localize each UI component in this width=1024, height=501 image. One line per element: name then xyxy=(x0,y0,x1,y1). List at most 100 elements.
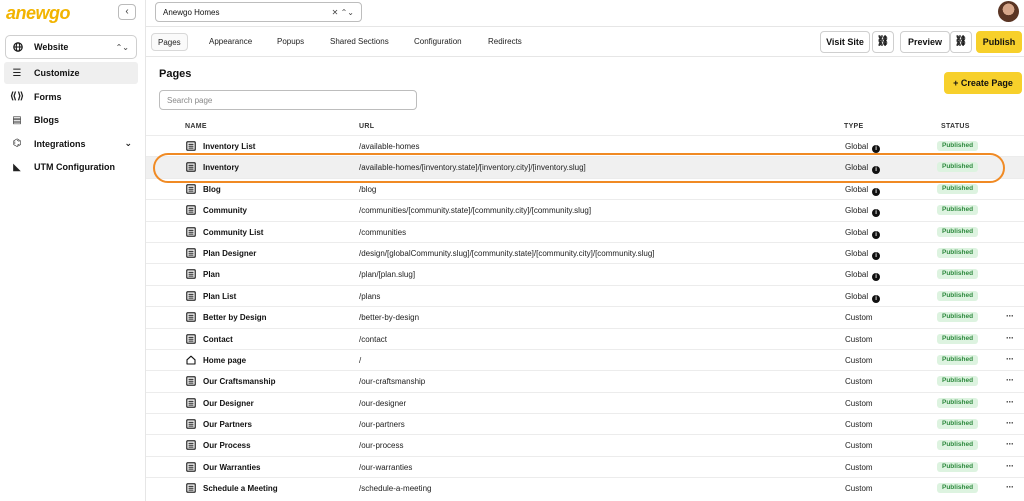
create-page-button[interactable]: + Create Page xyxy=(944,72,1022,94)
brand-logo[interactable]: anewgo xyxy=(6,3,71,24)
more-actions-icon[interactable]: ··· xyxy=(1006,333,1014,343)
table-row[interactable]: Plan/plan/[plan.slug] Global i Published xyxy=(146,263,1024,284)
chevron-down-icon[interactable]: ⌄ xyxy=(124,138,132,149)
page-type: Custom xyxy=(845,420,873,429)
sidebar-item-integrations[interactable]: ⌬ Integrations ⌄ xyxy=(4,133,138,155)
user-avatar[interactable] xyxy=(998,1,1019,22)
table-row[interactable]: Our Partners/our-partners Custom Published… xyxy=(146,413,1024,434)
more-actions-icon[interactable]: ··· xyxy=(1006,375,1014,385)
page-name[interactable]: Our Process xyxy=(203,441,251,450)
tab-configuration[interactable]: Configuration xyxy=(408,33,468,51)
table-row[interactable]: Community List/communities Global i Publish… xyxy=(146,220,1024,242)
page-icon xyxy=(186,419,196,429)
table-row[interactable]: Inventory/available-homes/[inventory.sta… xyxy=(146,156,1024,178)
table-row[interactable]: Contact/contact Custom Published ··· xyxy=(146,327,1024,349)
page-name[interactable]: Better by Design xyxy=(203,313,267,322)
page-name[interactable]: Plan Designer xyxy=(203,249,256,258)
more-actions-icon[interactable]: ··· xyxy=(1006,461,1014,471)
table-row[interactable]: Our Craftsmanship/our-craftsmanship Custo… xyxy=(146,370,1024,391)
table-row[interactable]: Plan Designer/design/[globalCommunity.sl… xyxy=(146,241,1024,263)
tab-popups[interactable]: Popups xyxy=(271,33,310,51)
tab-redirects[interactable]: Redirects xyxy=(482,33,528,51)
visit-site-button[interactable]: Visit Site xyxy=(820,31,870,53)
info-icon[interactable]: i xyxy=(872,187,881,196)
page-name[interactable]: Schedule a Meeting xyxy=(203,484,278,493)
table-row[interactable]: Community/communities/[community.state]/… xyxy=(146,199,1024,220)
status-badge: Published xyxy=(937,354,979,365)
page-name[interactable]: Plan xyxy=(203,270,220,279)
info-icon[interactable]: i xyxy=(872,294,881,303)
column-name: NAME xyxy=(185,123,207,130)
more-actions-icon[interactable]: ··· xyxy=(1006,482,1014,492)
page-name[interactable]: Our Craftsmanship xyxy=(203,377,275,386)
info-icon[interactable]: i xyxy=(872,166,881,175)
table-row[interactable]: Better by Design/better-by-design Custom P… xyxy=(146,306,1024,327)
table-row[interactable]: Our Warranties/our-warranties Custom Publi… xyxy=(146,455,1024,477)
page-name[interactable]: Our Designer xyxy=(203,399,254,408)
sidebar-item-forms[interactable]: ⟪⟫ Forms xyxy=(4,86,138,108)
collapse-sidebar-button[interactable]: ‹ xyxy=(118,4,136,20)
table-row[interactable]: Our Designer/our-designer Custom Published… xyxy=(146,391,1024,413)
table-row[interactable]: Inventory List/available-homes Global i Pub… xyxy=(146,135,1024,156)
page-type-label: Global xyxy=(845,227,869,237)
status-badge: Published xyxy=(937,141,979,151)
table-row[interactable]: Plan List/plans Global i Published xyxy=(146,284,1024,306)
info-icon[interactable]: i xyxy=(872,230,881,239)
tag-icon: ◣ xyxy=(13,161,21,173)
page-icon xyxy=(186,333,196,344)
page-name[interactable]: Community List xyxy=(203,228,263,237)
info-icon[interactable]: i xyxy=(872,273,881,282)
more-actions-icon[interactable]: ··· xyxy=(1006,439,1014,449)
page-url: /design/[globalCommunity.slug]/[communit… xyxy=(359,248,655,258)
preview-link-icon[interactable]: ⛓ xyxy=(950,31,972,53)
more-actions-icon[interactable]: ··· xyxy=(1006,418,1014,428)
page-url: /available-homes/[inventory.state]/[inve… xyxy=(359,163,586,173)
page-name[interactable]: Plan List xyxy=(203,292,236,301)
sidebar-item-blogs[interactable]: ▤ Blogs xyxy=(4,109,138,131)
tab-shared-sections[interactable]: Shared Sections xyxy=(324,33,395,51)
sidebar-item-customize[interactable]: ☰ Customize xyxy=(4,62,138,84)
status-badge: Published xyxy=(937,183,979,194)
site-select[interactable]: Website ⌃⌄ xyxy=(5,35,137,59)
page-type-label: Global xyxy=(845,184,869,194)
page-icon xyxy=(186,462,196,472)
info-icon[interactable]: i xyxy=(872,251,881,260)
more-actions-icon[interactable]: ··· xyxy=(1006,354,1014,364)
page-name[interactable]: Our Partners xyxy=(203,420,252,429)
more-actions-icon[interactable]: ··· xyxy=(1006,311,1014,321)
page-name[interactable]: Home page xyxy=(203,356,246,365)
page-name[interactable]: Inventory List xyxy=(203,142,255,151)
info-icon[interactable]: i xyxy=(872,145,881,153)
publish-button[interactable]: Publish xyxy=(976,31,1022,53)
info-icon[interactable]: i xyxy=(872,209,881,218)
table-row[interactable]: Schedule a Meeting/schedule-a-meeting Cus… xyxy=(146,477,1024,498)
table-row[interactable]: Blog/blog Global i Published xyxy=(146,177,1024,199)
page-type-label: Custom xyxy=(845,334,873,344)
page-name[interactable]: Community xyxy=(203,206,247,215)
search-input[interactable] xyxy=(159,90,417,110)
tab-pages[interactable]: Pages xyxy=(151,33,188,51)
sidebar: anewgo ‹ Website ⌃⌄ ☰ Customize ⟪⟫ Forms ▤ Bl… xyxy=(0,0,146,501)
page-type: Custom xyxy=(845,313,873,322)
table-row[interactable]: Home page / Custom Published ··· xyxy=(146,348,1024,370)
table-header: NAME URL TYPE STATUS xyxy=(146,121,1024,135)
page-icon xyxy=(186,184,196,194)
page-name[interactable]: Inventory xyxy=(203,163,239,172)
sidebar-item-utm-configuration[interactable]: ◣ UTM Configuration xyxy=(4,156,138,178)
page-type-label: Custom xyxy=(845,441,873,451)
page-type: Global i xyxy=(845,142,881,153)
page-name[interactable]: Blog xyxy=(203,185,221,194)
preview-button[interactable]: Preview xyxy=(900,31,950,53)
copy-link-icon[interactable]: ⛓ xyxy=(872,31,894,53)
table-row[interactable]: Our Process/our-process Custom Published ··… xyxy=(146,434,1024,455)
project-select[interactable]: Anewgo Homes ✕ ⌃⌄ xyxy=(155,2,362,22)
more-actions-icon[interactable]: ··· xyxy=(1006,397,1014,407)
page-url: / xyxy=(359,355,362,365)
page-name[interactable]: Contact xyxy=(203,335,233,344)
page-type-label: Global xyxy=(845,206,869,216)
tab-appearance[interactable]: Appearance xyxy=(203,33,258,51)
clear-and-chevron-icon[interactable]: ✕ ⌃⌄ xyxy=(332,8,354,17)
page-name[interactable]: Our Warranties xyxy=(203,463,261,472)
status-badge: Published xyxy=(937,290,979,301)
sidebar-nav: ☰ Customize ⟪⟫ Forms ▤ Blogs ⌬ Integrations ⌄ ◣ UT… xyxy=(4,62,138,180)
